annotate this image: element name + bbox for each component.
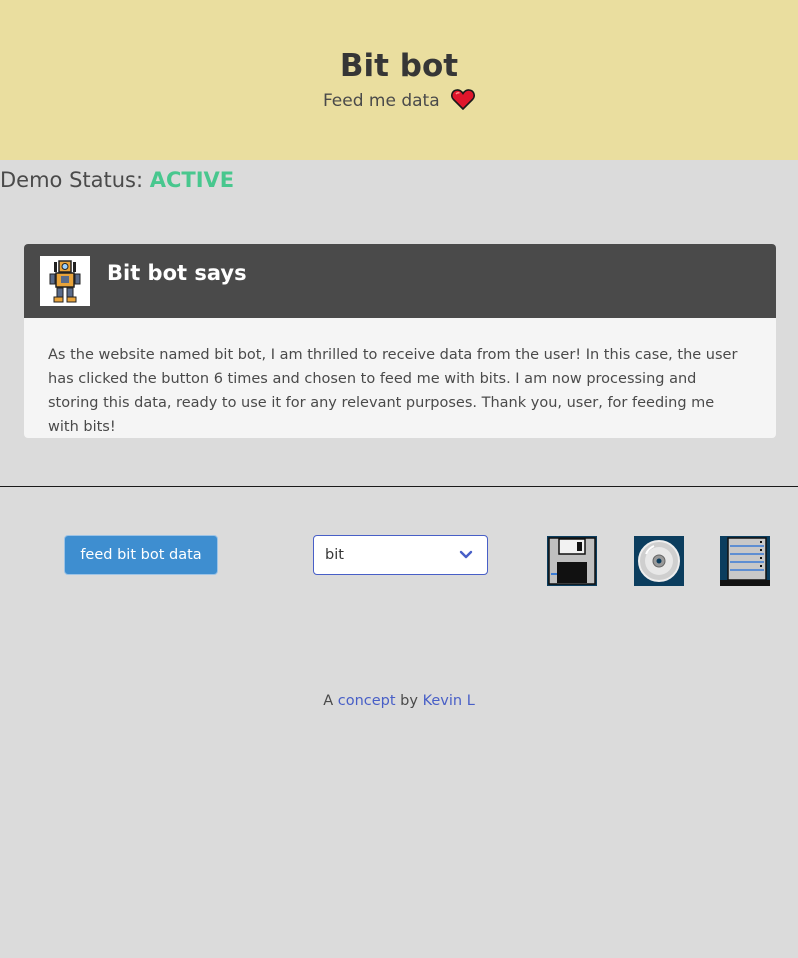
robot-avatar-icon — [40, 256, 90, 306]
message-body: As the website named bit bot, I am thril… — [48, 347, 738, 435]
data-type-select[interactable]: bit — [313, 535, 488, 575]
data-type-selected-value: bit — [325, 547, 344, 563]
footer-by: by — [400, 693, 418, 709]
status-badge: ACTIVE — [149, 168, 235, 192]
bot-message: Bit bot says As the website named bit bo… — [24, 244, 776, 438]
message-header: Bit bot says — [24, 244, 776, 318]
page-title: Bit bot — [339, 48, 459, 84]
author-link[interactable]: Kevin L — [423, 693, 475, 709]
subtitle-text: Feed me data — [322, 91, 440, 111]
status-label: Demo Status: — [0, 168, 144, 192]
page-footer: A concept by Kevin L — [0, 690, 798, 712]
floppy-disk-icon[interactable] — [547, 536, 597, 586]
page-subtitle: Feed me data — [0, 88, 798, 114]
server-rack-icon[interactable] — [720, 536, 770, 586]
cd-disc-icon[interactable] — [634, 536, 684, 586]
hero-banner: Bit bot Feed me data — [0, 0, 798, 160]
heart-icon — [451, 89, 476, 110]
chevron-down-icon — [459, 550, 473, 559]
feed-data-button[interactable]: feed bit bot data — [64, 535, 218, 575]
concept-link[interactable]: concept — [338, 693, 396, 709]
section-divider — [0, 486, 798, 487]
message-title: Bit bot says — [107, 261, 247, 285]
footer-prefix: A — [323, 693, 334, 709]
demo-status: Demo Status: ACTIVE — [0, 164, 234, 196]
